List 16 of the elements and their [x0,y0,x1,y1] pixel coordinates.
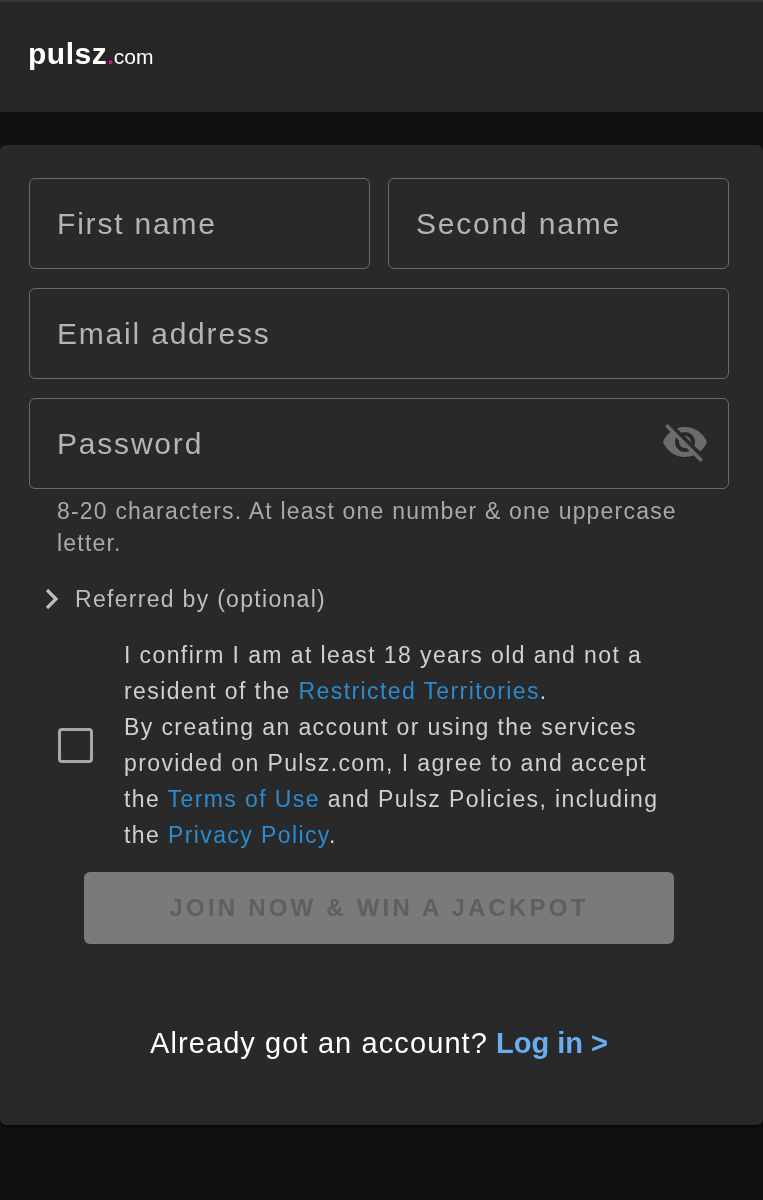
site-logo[interactable]: pulsz.com [28,37,154,71]
consent-paragraph: By creating an account or using the services provided on Pulsz.com, I agree to and accept the Terms of Use and Pulsz Policies, including the Privacy Policy. [124,713,660,850]
inline-link[interactable]: Privacy Policy [167,822,329,848]
checkbox[interactable] [58,727,93,763]
login-prompt: Already got an account? [149,1027,488,1059]
password-field[interactable]: Password [29,398,729,489]
eye-slash-icon[interactable] [663,424,707,462]
inline-link[interactable]: Terms of Use [167,786,320,812]
first-name-field[interactable]: First name [29,178,370,269]
consent-paragraph: I confirm I am at least 18 years old and not a resident of the Restricted Territories. [124,641,644,706]
email-field[interactable]: Email address [29,288,729,379]
inline-link[interactable]: Restricted Territories [298,678,540,704]
login-link[interactable]: Log in > [496,1027,609,1059]
referral-toggle[interactable]: Referred by (optional) [45,581,327,617]
second-name-field[interactable]: Second name [388,178,729,269]
password-hint: 8-20 characters. At least one number & one uppercase letter. [56,497,678,558]
